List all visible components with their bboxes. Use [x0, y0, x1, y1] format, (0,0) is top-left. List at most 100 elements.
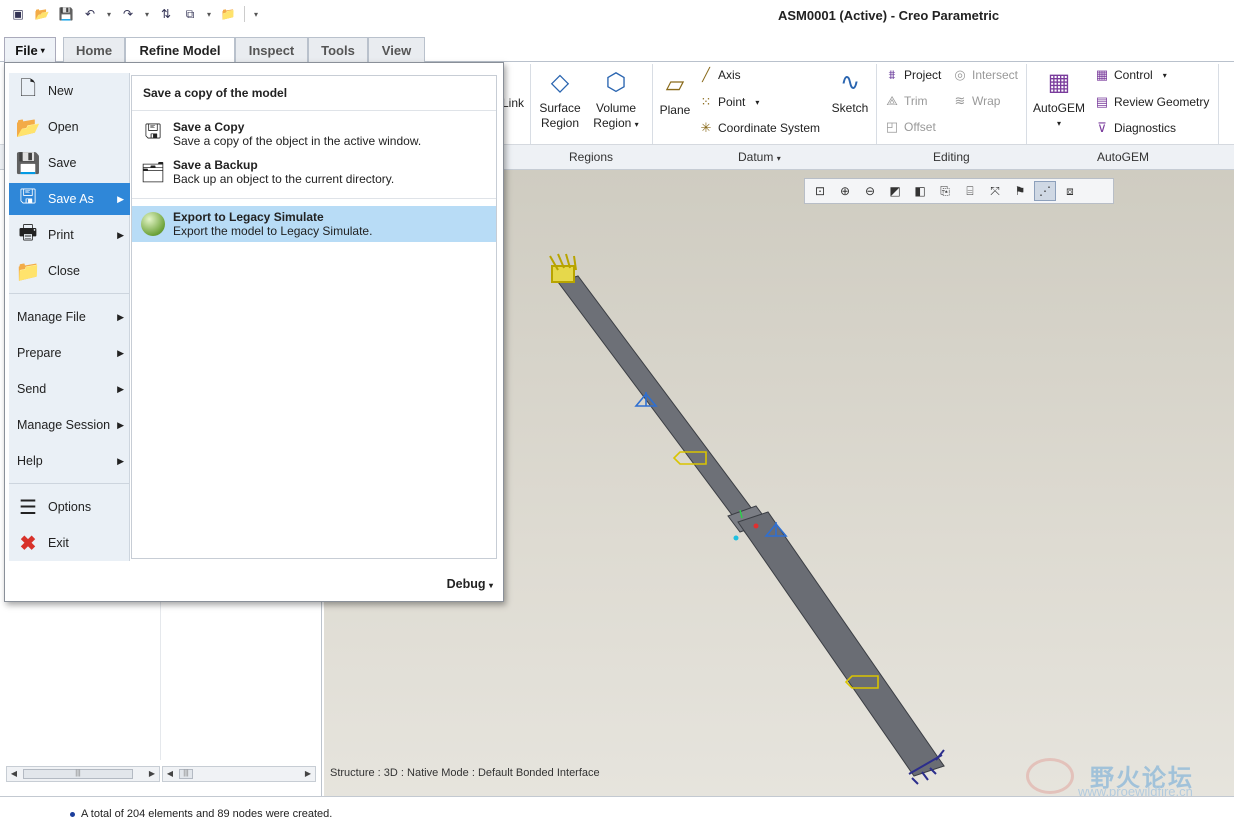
undo-icon[interactable]: ↶: [80, 4, 100, 24]
menu-item-print[interactable]: 🖶 Print ▶: [9, 219, 130, 251]
menu-item-send[interactable]: Send ▶: [9, 373, 130, 405]
project-icon: ⩩: [888, 67, 896, 82]
printer-icon: 🖶: [18, 222, 38, 244]
options-list-icon: ☰: [19, 496, 37, 519]
diagnostics-button[interactable]: ⊽ Diagnostics: [1094, 120, 1176, 136]
watermark: 野火论坛 www.proewildfire.cn: [1022, 756, 1232, 799]
review-geometry-button[interactable]: ▤ Review Geometry: [1094, 94, 1210, 110]
volume-region-button[interactable]: ⬡ Volume Region ▾: [588, 66, 644, 132]
save-as-submenu: Save a copy of the model 🖫 Save a Copy S…: [131, 75, 497, 559]
menu-item-save-as[interactable]: 🖫 Save As ▶: [9, 183, 130, 215]
menu-item-help[interactable]: Help ▶: [9, 445, 130, 477]
scroll-right-icon[interactable]: ▶: [302, 768, 314, 780]
review-geometry-icon: ▤: [1095, 94, 1109, 109]
autogem-button[interactable]: ▦ AutoGEM ▾: [1030, 66, 1088, 131]
info-bullet-icon: [70, 811, 75, 817]
redo-dropdown-icon[interactable]: ▾: [142, 4, 152, 24]
save-backup-icon: 🗂: [140, 161, 166, 184]
intersect-button[interactable]: ◎ Intersect: [952, 67, 1018, 83]
file-menu: 🗋 New 📂 Open 💾 Save 🖫 Save As ▶ 🖶 Print ▶ 📁 Clos…: [4, 62, 504, 602]
shaft-lower: [737, 511, 945, 777]
save-icon[interactable]: 💾: [56, 4, 76, 24]
scroll-thumb[interactable]: |||: [23, 769, 133, 779]
file-menu-commands: 🗋 New 📂 Open 💾 Save 🖫 Save As ▶ 🖶 Print ▶ 📁 Clos…: [9, 73, 130, 561]
menu-item-close[interactable]: 📁 Close: [9, 255, 130, 287]
viewport-status: Structure : 3D : Native Mode : Default B…: [330, 767, 600, 779]
right-horizontal-scrollbar[interactable]: ◀ ||| ▶: [162, 766, 316, 782]
tab-home[interactable]: Home: [63, 37, 125, 62]
menu-item-save[interactable]: 💾 Save: [9, 147, 130, 179]
scroll-right-icon[interactable]: ▶: [146, 768, 158, 780]
point-button[interactable]: ⁙ Point ▾: [698, 94, 760, 110]
project-button[interactable]: ⩩ Project: [884, 67, 942, 83]
windows-dropdown-icon[interactable]: ▾: [204, 4, 214, 24]
point-dropdown-icon[interactable]: ▾: [755, 98, 759, 107]
sketch-button[interactable]: ∿ Sketch: [828, 66, 872, 116]
close-window-icon[interactable]: 📁: [218, 4, 238, 24]
group-label-regions: Regions: [569, 150, 614, 164]
axis-button[interactable]: ╱ Axis: [698, 67, 741, 83]
group-label-autogem: AutoGEM: [1097, 150, 1150, 164]
app-icon[interactable]: ▣: [8, 4, 28, 24]
regenerate-icon[interactable]: ⇅: [156, 4, 176, 24]
menu-item-options[interactable]: ☰ Options: [9, 491, 130, 523]
intersect-icon: ◎: [954, 67, 966, 82]
tab-refine-model[interactable]: Refine Model: [125, 37, 235, 63]
new-file-icon: 🗋: [19, 78, 37, 100]
offset-button[interactable]: ◰ Offset: [884, 119, 936, 135]
plane-button[interactable]: ▱ Plane: [656, 68, 694, 118]
link-button[interactable]: Link: [502, 96, 524, 111]
submenu-arrow-icon: ▶: [117, 193, 124, 204]
scroll-left-icon[interactable]: ◀: [8, 768, 20, 780]
tab-file[interactable]: File ▾: [4, 37, 56, 62]
point-icon: ⁙: [700, 94, 712, 109]
debug-dropdown[interactable]: Debug ▾: [447, 577, 493, 591]
windows-icon[interactable]: ⧉: [180, 4, 200, 24]
submenu-arrow-icon: ▶: [117, 419, 124, 430]
autogem-dropdown-icon[interactable]: ▾: [1030, 116, 1088, 131]
tab-view[interactable]: View: [368, 37, 425, 62]
save-a-copy-item[interactable]: 🖫 Save a Copy Save a copy of the object …: [132, 116, 496, 152]
menu-item-new[interactable]: 🗋 New: [9, 75, 130, 107]
control-button[interactable]: ▦ Control ▾: [1094, 67, 1167, 83]
scroll-thumb[interactable]: |||: [179, 769, 193, 779]
menu-item-exit[interactable]: ✖ Exit: [9, 527, 130, 559]
menu-item-open[interactable]: 📂 Open: [9, 111, 130, 143]
open-icon[interactable]: 📂: [32, 4, 52, 24]
submenu-arrow-icon: ▶: [117, 455, 124, 466]
wrap-button[interactable]: ≋ Wrap: [952, 93, 1001, 109]
scroll-left-icon[interactable]: ◀: [164, 768, 176, 780]
submenu-arrow-icon: ▶: [117, 347, 124, 358]
customize-toolbar-icon[interactable]: ▾: [251, 4, 261, 24]
coordinate-system-button[interactable]: ✳ Coordinate System: [698, 120, 821, 136]
close-folder-icon: 📁: [15, 260, 41, 283]
undo-dropdown-icon[interactable]: ▾: [104, 4, 114, 24]
menu-item-manage-file[interactable]: Manage File ▶: [9, 301, 130, 333]
menu-item-prepare[interactable]: Prepare ▶: [9, 337, 130, 369]
redo-icon[interactable]: ↷: [118, 4, 138, 24]
top-constraint-icon: [549, 253, 577, 283]
tab-inspect[interactable]: Inspect: [235, 37, 308, 62]
watermark-logo-icon: [1026, 758, 1074, 794]
export-legacy-simulate-item[interactable]: Export to Legacy Simulate Export the mod…: [132, 206, 496, 242]
control-dropdown-icon[interactable]: ▾: [1163, 71, 1167, 80]
title-bar: ▣ 📂 💾 ↶ ▾ ↷ ▾ ⇅ ⧉ ▾ 📁 ▾ ASM0001 (Active)…: [0, 0, 1234, 34]
window-title: ASM0001 (Active) - Creo Parametric: [778, 8, 1000, 23]
surface-region-button[interactable]: ◇ Surface Region: [534, 66, 586, 131]
submenu-title: Save a copy of the model: [143, 86, 288, 100]
plane-icon: ▱: [665, 70, 685, 98]
save-a-backup-item[interactable]: 🗂 Save a Backup Back up an object to the…: [132, 154, 496, 190]
open-folder-icon: 📂: [15, 116, 41, 139]
message-area: A total of 204 elements and 89 nodes wer…: [0, 796, 1234, 826]
trim-button[interactable]: ⟁ Trim: [884, 93, 927, 109]
group-label-datum[interactable]: Datum ▾: [738, 150, 781, 164]
legacy-simulate-sphere-icon: [138, 209, 168, 239]
left-horizontal-scrollbar[interactable]: ◀ ||| ▶: [6, 766, 160, 782]
ribbon-tabs: File ▾ Home Refine Model Inspect Tools Vi…: [0, 34, 1234, 63]
save-as-icon: 🖫: [19, 186, 37, 208]
tab-tools[interactable]: Tools: [308, 37, 368, 62]
autogem-icon: ▦: [1047, 68, 1071, 96]
control-icon: ▦: [1095, 67, 1109, 82]
coordinate-system-icon: ✳: [700, 120, 712, 135]
menu-item-manage-session[interactable]: Manage Session ▶: [9, 409, 130, 441]
